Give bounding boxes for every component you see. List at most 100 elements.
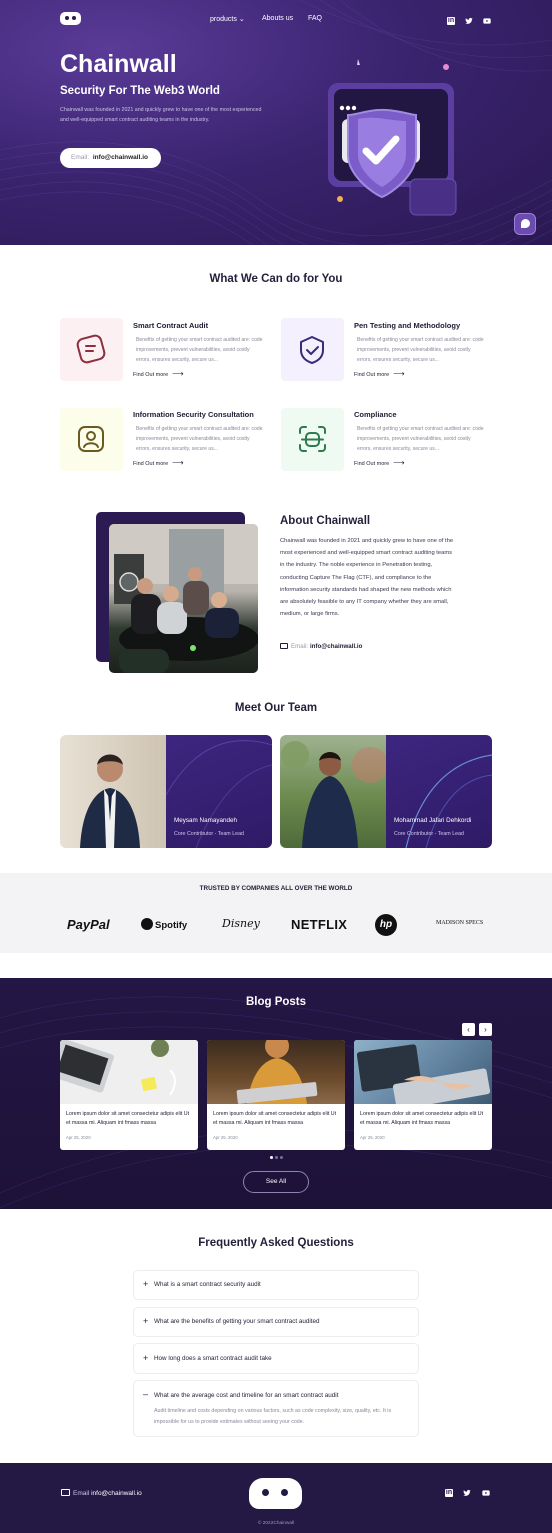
blog-post-image	[60, 1040, 198, 1104]
blog-post-date: Apr 25, 2020	[66, 1135, 91, 1140]
team-member-name: Meysam Namayandeh	[174, 817, 237, 824]
chevron-down-icon: ⌄	[238, 16, 245, 23]
service-description: Benefits of getting your smart contract …	[357, 426, 484, 452]
scan-icon	[299, 426, 326, 452]
youtube-icon[interactable]	[483, 17, 491, 25]
plus-icon: +	[143, 1279, 149, 1289]
hero-subtitle: Security For The Web3 World	[60, 85, 220, 97]
footer-logo-icon[interactable]	[249, 1478, 302, 1509]
faq-item[interactable]: + What is a smart contract security audi…	[133, 1270, 419, 1300]
logo-icon[interactable]	[60, 12, 81, 25]
arrow-right-icon: ⟶	[393, 369, 405, 378]
team-title: Meet Our Team	[234, 702, 318, 714]
about-email[interactable]: Email: info@chainwall.io	[280, 643, 362, 650]
carousel-dot[interactable]	[280, 1156, 283, 1159]
hero-section: products ⌄ Abouts us FAQ in Chainwall Se…	[0, 0, 552, 245]
mail-icon	[61, 1489, 70, 1496]
blog-post-date: Apr 25, 2020	[213, 1135, 238, 1140]
email-label: Email:	[71, 154, 90, 161]
service-title: Information Security Consultation	[133, 410, 254, 419]
hero-email-pill[interactable]: Email: info@chainwall.io	[60, 148, 161, 168]
services-title: What We Can do for You	[209, 273, 343, 285]
blog-post-excerpt: Lorem ipsum dolor sit amet consectetur a…	[66, 1111, 190, 1126]
blog-next-button[interactable]: ›	[479, 1023, 492, 1036]
twitter-icon[interactable]	[463, 1489, 471, 1497]
spotify-icon	[141, 918, 153, 930]
linkedin-icon[interactable]: in	[447, 17, 455, 25]
arrow-right-icon: ⟶	[393, 458, 405, 467]
find-out-more-link[interactable]: Find Out more ⟶	[133, 458, 184, 467]
hero-title: Chainwall	[60, 50, 177, 78]
service-description: Benefits of getting your smart contract …	[136, 337, 263, 363]
faq-item[interactable]: + What are the benefits of getting your …	[133, 1307, 419, 1337]
team-card[interactable]: Meysam Namayandeh Core Contributor - Tea…	[60, 735, 272, 848]
service-title: Pen Testing and Methodology	[354, 321, 461, 330]
footer: Email info@chainwall.io in © 2022Chainwa…	[0, 1463, 552, 1533]
faq-title: Frequently Asked Questions	[198, 1237, 354, 1249]
blog-post-image	[354, 1040, 492, 1110]
team-member-photo	[60, 735, 166, 848]
shield-check-icon	[300, 336, 324, 364]
blog-post-card[interactable]: Lorem ipsum dolor sit amet consectetur a…	[354, 1040, 492, 1150]
find-out-more-link[interactable]: Find Out more ⟶	[354, 369, 405, 378]
spotify-logo: Spotify	[141, 918, 187, 931]
twitter-icon[interactable]	[465, 17, 473, 25]
blog-post-card[interactable]: Lorem ipsum dolor sit amet consectetur a…	[207, 1040, 345, 1150]
blog-post-image	[207, 1040, 345, 1104]
minus-icon: –	[143, 1389, 149, 1399]
about-team-photo	[109, 524, 258, 673]
faq-question: How long does a smart contract audit tak…	[154, 1355, 272, 1362]
nav-about[interactable]: Abouts us	[262, 15, 293, 22]
team-member-photo	[280, 735, 388, 848]
blog-prev-button[interactable]: ‹	[462, 1023, 475, 1036]
plus-icon: +	[143, 1316, 149, 1326]
faq-item-expanded[interactable]: – What are the average cost and timeline…	[133, 1380, 419, 1437]
faq-answer: Audit timeline and costs depending on va…	[154, 1408, 392, 1425]
copyright: © 2022Chainwall	[257, 1521, 295, 1526]
document-icon	[76, 334, 106, 364]
brands-title: TRUSTED BY COMPANIES ALL OVER THE WORLD	[199, 885, 353, 892]
paypal-logo: PayPal	[67, 917, 110, 932]
blog-post-date: Apr 25, 2020	[360, 1135, 385, 1140]
service-description: Benefits of getting your smart contract …	[357, 337, 484, 363]
arrow-right-icon: ⟶	[172, 369, 184, 378]
service-icon-box	[281, 408, 344, 471]
faq-question: What are the average cost and timeline f…	[154, 1392, 339, 1399]
user-badge-icon	[78, 426, 104, 452]
footer-email[interactable]: Email info@chainwall.io	[61, 1489, 142, 1497]
chat-button[interactable]	[514, 213, 536, 235]
team-card[interactable]: Mohammad Jafari Dehkordi Core Contributo…	[280, 735, 492, 848]
nav-products[interactable]: products ⌄	[210, 15, 245, 23]
hero-description: Chainwall was founded in 2021 and quickl…	[60, 107, 262, 123]
team-member-name: Mohammad Jafari Dehkordi	[394, 817, 472, 824]
service-title: Smart Contract Audit	[133, 321, 209, 330]
youtube-icon[interactable]	[482, 1489, 490, 1497]
email-value: info@chainwall.io	[92, 154, 148, 161]
about-text: Chainwall was founded in 2021 and quickl…	[280, 538, 454, 618]
nav-faq[interactable]: FAQ	[308, 15, 322, 22]
carousel-dot[interactable]	[275, 1156, 278, 1159]
team-member-info: Mohammad Jafari Dehkordi Core Contributo…	[386, 735, 492, 848]
team-member-role: Core Contributor - Team Lead	[394, 831, 464, 837]
see-all-button[interactable]: See All	[243, 1171, 309, 1193]
madison-specs-logo: MADISON SPECS	[436, 920, 484, 926]
blog-post-card[interactable]: Lorem ipsum dolor sit amet consectetur a…	[60, 1040, 198, 1150]
find-out-more-link[interactable]: Find Out more ⟶	[133, 369, 184, 378]
faq-question: What is a smart contract security audit	[154, 1281, 261, 1288]
linkedin-icon[interactable]: in	[445, 1489, 453, 1497]
trusted-brands-section: TRUSTED BY COMPANIES ALL OVER THE WORLD …	[0, 873, 552, 953]
service-icon-box	[281, 318, 344, 381]
team-member-info: Meysam Namayandeh Core Contributor - Tea…	[166, 735, 272, 848]
blog-post-excerpt: Lorem ipsum dolor sit amet consectetur a…	[213, 1111, 337, 1126]
netflix-logo: NETFLIX	[291, 917, 348, 932]
shield-illustration	[328, 59, 457, 216]
blog-section: Blog Posts ‹ › Lorem ipsum dolor sit ame…	[0, 978, 552, 1209]
disney-logo: Disney	[222, 917, 260, 930]
find-out-more-link[interactable]: Find Out more ⟶	[354, 458, 405, 467]
service-icon-box	[60, 318, 123, 381]
carousel-dot-active[interactable]	[270, 1156, 273, 1159]
arrow-right-icon: ⟶	[172, 458, 184, 467]
faq-item[interactable]: + How long does a smart contract audit t…	[133, 1343, 419, 1374]
hp-logo: hp	[375, 914, 397, 936]
faq-question: What are the benefits of getting your sm…	[154, 1318, 320, 1325]
